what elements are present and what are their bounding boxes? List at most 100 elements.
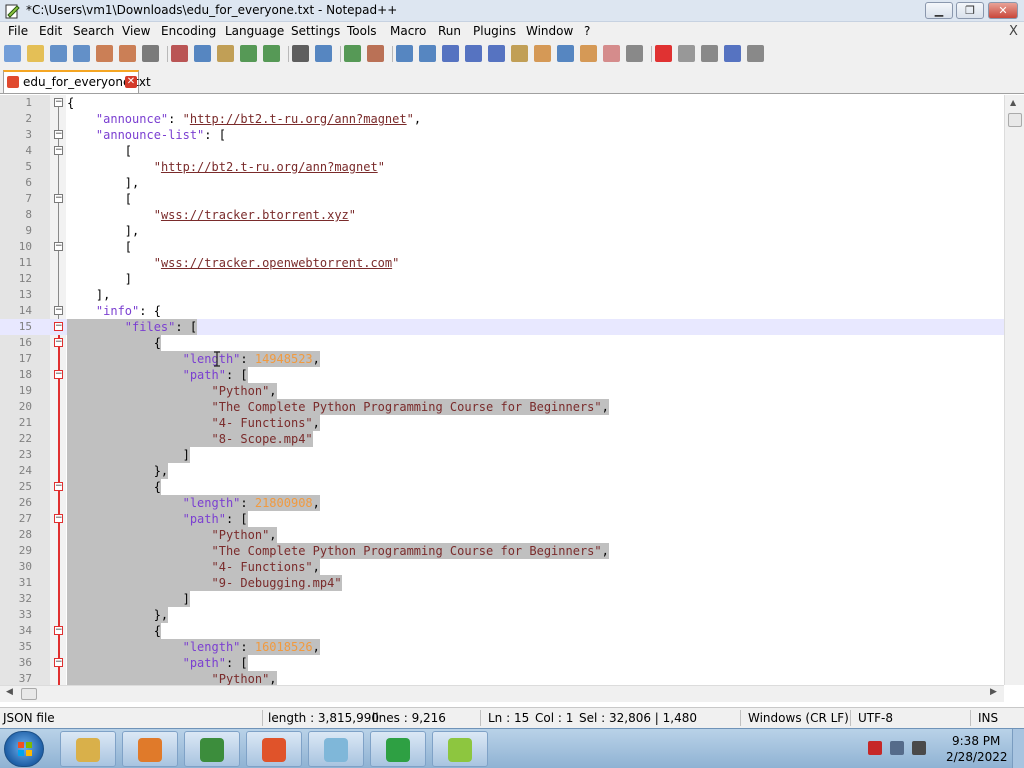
clock-time[interactable]: 9:38 PM xyxy=(952,734,1000,748)
code-line[interactable]: 1 −{ xyxy=(0,95,1004,111)
code-line[interactable]: 8 "wss://tracker.btorrent.xyz" xyxy=(0,207,1004,223)
code-line[interactable]: 2 "announce": "http://bt2.t-ru.org/ann?m… xyxy=(0,111,1004,127)
vertical-scroll-thumb[interactable] xyxy=(1008,113,1022,127)
fold-toggle-icon[interactable]: − xyxy=(54,98,63,107)
code-line[interactable]: 36 − "path": [ xyxy=(0,655,1004,671)
code-line[interactable]: 14 − "info": { xyxy=(0,303,1004,319)
doc-list-icon[interactable] xyxy=(603,45,620,62)
sync-horizontal-icon[interactable] xyxy=(419,45,436,62)
fold-toggle-icon[interactable]: − xyxy=(54,242,63,251)
clock-date[interactable]: 2/28/2022 xyxy=(946,750,1008,764)
code-line[interactable]: 32 ] xyxy=(0,591,1004,607)
code-line[interactable]: 27 − "path": [ xyxy=(0,511,1004,527)
scroll-right-arrow-icon[interactable]: ▶ xyxy=(990,687,997,697)
close-all-icon[interactable] xyxy=(119,45,136,62)
status-encoding[interactable]: UTF-8 xyxy=(858,711,893,725)
cut-icon[interactable] xyxy=(171,45,188,62)
fold-toggle-icon[interactable]: − xyxy=(54,658,63,667)
fold-toggle-icon[interactable]: − xyxy=(54,130,63,139)
volume-icon[interactable] xyxy=(912,741,926,755)
menu-run[interactable]: Run xyxy=(438,24,461,38)
code-line[interactable]: 3 − "announce-list": [ xyxy=(0,127,1004,143)
close-icon[interactable] xyxy=(96,45,113,62)
code-line[interactable]: 18 − "path": [ xyxy=(0,367,1004,383)
fold-toggle-icon[interactable]: − xyxy=(54,482,63,491)
menu-file[interactable]: File xyxy=(8,24,28,38)
fold-toggle-icon[interactable]: − xyxy=(54,306,63,315)
menu-plugins[interactable]: Plugins xyxy=(473,24,516,38)
code-line[interactable]: 19 "Python", xyxy=(0,383,1004,399)
menu-macro[interactable]: Macro xyxy=(390,24,426,38)
indent-guide-icon[interactable] xyxy=(488,45,505,62)
minimize-button[interactable]: ▁ xyxy=(925,2,953,19)
code-line[interactable]: 25 − { xyxy=(0,479,1004,495)
new-file-icon[interactable] xyxy=(4,45,21,62)
fold-toggle-icon[interactable]: − xyxy=(54,322,63,331)
menu-language[interactable]: Language xyxy=(225,24,284,38)
tab-close-icon[interactable]: ✕ xyxy=(125,76,137,88)
udl-icon[interactable] xyxy=(511,45,528,62)
fold-toggle-icon[interactable]: − xyxy=(54,146,63,155)
menu-view[interactable]: View xyxy=(122,24,150,38)
code-line[interactable]: 16 − { xyxy=(0,335,1004,351)
paste-icon[interactable] xyxy=(217,45,234,62)
code-line[interactable]: 4 − [ xyxy=(0,143,1004,159)
firefox-app[interactable] xyxy=(246,731,302,767)
fold-toggle-icon[interactable]: − xyxy=(54,370,63,379)
code-line[interactable]: 5 "http://bt2.t-ru.org/ann?magnet" xyxy=(0,159,1004,175)
code-line[interactable]: 33 }, xyxy=(0,607,1004,623)
run-macro-multiple-icon[interactable] xyxy=(724,45,741,62)
open-file-icon[interactable] xyxy=(27,45,44,62)
scroll-left-arrow-icon[interactable]: ◀ xyxy=(6,687,13,697)
code-line[interactable]: 34 − { xyxy=(0,623,1004,639)
tab-edu-for-everyone[interactable]: edu_for_everyone.txt ✕ xyxy=(3,70,151,93)
code-line[interactable]: 26 "length": 21800908, xyxy=(0,495,1004,511)
code-line[interactable]: 20 "The Complete Python Programming Cour… xyxy=(0,399,1004,415)
code-line[interactable]: 7 − [ xyxy=(0,191,1004,207)
code-line[interactable]: 22 "8- Scope.mp4" xyxy=(0,431,1004,447)
chrome-app[interactable] xyxy=(184,731,240,767)
code-line[interactable]: 24 }, xyxy=(0,463,1004,479)
menu-settings[interactable]: Settings xyxy=(291,24,340,38)
code-line[interactable]: 6 ], xyxy=(0,175,1004,191)
start-button[interactable] xyxy=(4,731,44,767)
code-line[interactable]: 10 − [ xyxy=(0,239,1004,255)
menu-edit[interactable]: Edit xyxy=(39,24,62,38)
play-macro-icon[interactable] xyxy=(701,45,718,62)
code-line[interactable]: 15 − "files": [ xyxy=(0,319,1004,335)
fold-toggle-icon[interactable]: − xyxy=(54,626,63,635)
menu-tools[interactable]: Tools xyxy=(347,24,377,38)
media-player-app[interactable] xyxy=(122,731,178,767)
code-line[interactable]: 21 "4- Functions", xyxy=(0,415,1004,431)
menu-help[interactable]: ? xyxy=(584,24,590,38)
code-line[interactable]: 9 ], xyxy=(0,223,1004,239)
menu-encoding[interactable]: Encoding xyxy=(161,24,216,38)
fold-toggle-icon[interactable]: − xyxy=(54,338,63,347)
action-center-icon[interactable] xyxy=(868,741,882,755)
fe-app[interactable] xyxy=(370,731,426,767)
code-line[interactable]: 37 "Python", xyxy=(0,671,1004,685)
code-line[interactable]: 23 ] xyxy=(0,447,1004,463)
undo-icon[interactable] xyxy=(240,45,257,62)
code-line[interactable]: 11 "wss://tracker.openwebtorrent.com" xyxy=(0,255,1004,271)
fold-toggle-icon[interactable]: − xyxy=(54,514,63,523)
function-list-icon[interactable] xyxy=(557,45,574,62)
scroll-up-arrow-icon[interactable]: ▲ xyxy=(1010,98,1016,107)
network-icon[interactable] xyxy=(890,741,904,755)
save-all-icon[interactable] xyxy=(73,45,90,62)
close-window-button[interactable]: ✕ xyxy=(988,2,1018,19)
menu-window[interactable]: Window xyxy=(526,24,573,38)
print-icon[interactable] xyxy=(142,45,159,62)
code-line[interactable]: 31 "9- Debugging.mp4" xyxy=(0,575,1004,591)
save-icon[interactable] xyxy=(50,45,67,62)
code-line[interactable]: 12 ] xyxy=(0,271,1004,287)
zoom-in-icon[interactable] xyxy=(344,45,361,62)
zoom-out-icon[interactable] xyxy=(367,45,384,62)
notepad-app[interactable] xyxy=(308,731,364,767)
horizontal-scrollbar[interactable]: ◀ ▶ xyxy=(0,685,1004,702)
vertical-scrollbar[interactable]: ▲ xyxy=(1004,95,1024,685)
fold-toggle-icon[interactable]: − xyxy=(54,194,63,203)
doc-map-icon[interactable] xyxy=(534,45,551,62)
code-line[interactable]: 30 "4- Functions", xyxy=(0,559,1004,575)
status-eol[interactable]: Windows (CR LF) xyxy=(748,711,849,725)
